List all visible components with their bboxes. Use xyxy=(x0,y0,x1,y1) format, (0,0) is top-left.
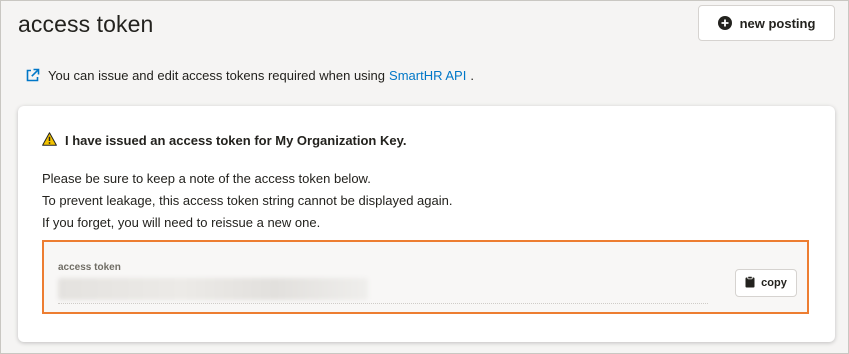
copy-label: copy xyxy=(761,277,787,289)
smarthr-api-link[interactable]: SmartHR API xyxy=(389,68,466,83)
token-field: access token copy xyxy=(42,240,809,314)
alert-line-2: To prevent leakage, this access token st… xyxy=(42,193,453,208)
alert-heading: I have issued an access token for My Org… xyxy=(65,133,407,148)
info-line: You can issue and edit access tokens req… xyxy=(25,68,474,83)
info-text-end: . xyxy=(470,68,474,83)
page-title: access token xyxy=(18,11,154,37)
token-label: access token xyxy=(58,262,121,273)
alert-line-1: Please be sure to keep a note of the acc… xyxy=(42,171,371,186)
alert-line-3: If you forget, you will need to reissue … xyxy=(42,215,321,230)
token-underline xyxy=(58,303,708,304)
token-value-blurred xyxy=(58,278,368,300)
alert-heading-row: I have issued an access token for My Org… xyxy=(42,132,407,149)
copy-button[interactable]: copy xyxy=(735,269,797,297)
new-posting-button[interactable]: new posting xyxy=(698,5,835,41)
external-link-icon xyxy=(25,68,40,83)
info-text: You can issue and edit access tokens req… xyxy=(48,68,386,83)
clipboard-icon xyxy=(745,275,755,291)
plus-circle-icon xyxy=(717,16,732,30)
new-posting-label: new posting xyxy=(739,15,816,31)
warning-icon xyxy=(42,132,57,149)
access-token-card: I have issued an access token for My Org… xyxy=(18,106,835,342)
